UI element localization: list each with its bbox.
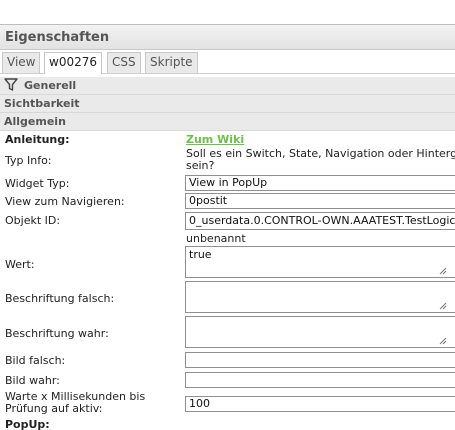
typinfo-text: Soll es ein Switch, State, Navigation od… [186,148,455,172]
bild-wahr-input[interactable] [185,372,455,388]
warte-label: Warte x Millisekunden bis Prüfung auf ak… [5,391,145,415]
objekt-id-input[interactable]: 0_userdata.0.CONTROL-OWN.AAATEST.TestLog… [185,212,455,230]
tab-bar: View w00276 CSS Skripte [0,50,455,74]
panel-title: Eigenschaften [0,24,455,50]
beschriftung-wahr-textarea[interactable] [185,316,455,348]
resize-grip-icon[interactable] [439,302,447,310]
warte-input[interactable]: 100 [185,396,455,412]
tab-css[interactable]: CSS [107,52,141,73]
section-sichtbarkeit[interactable]: Sichtbarkeit [0,95,455,113]
bild-falsch-label: Bild falsch: [5,354,66,367]
resize-grip-icon[interactable] [439,337,447,345]
typinfo-line2: sein? [186,159,215,172]
popup-label: PopUp: [5,418,50,430]
filter-icon[interactable] [4,78,18,91]
beschriftung-falsch-label: Beschriftung falsch: [5,292,115,305]
widgettyp-select[interactable]: View in PopUp [185,175,455,191]
view-navigieren-input[interactable]: 0postit [185,193,455,209]
typinfo-line1: Soll es ein Switch, State, Navigation od… [186,147,455,160]
widgettyp-label: Widget Typ: [5,177,70,190]
wert-label: Wert: [5,258,35,271]
anleitung-label: Anleitung: [5,133,70,146]
section-generell[interactable]: Generell [0,77,455,95]
section-generell-label: Generell [24,79,77,92]
bild-wahr-label: Bild wahr: [5,374,60,387]
resize-grip-icon[interactable] [439,267,447,275]
tab-skripte[interactable]: Skripte [145,52,198,73]
objekt-id-name: unbenannt [186,232,246,245]
typinfo-label: Typ Info: [5,154,52,167]
tab-widget[interactable]: w00276 [44,52,102,74]
top-spacer [0,0,455,24]
bild-falsch-input[interactable] [185,352,455,368]
wert-textarea[interactable]: true [185,246,455,278]
section-allgemein[interactable]: Allgemein [0,113,455,131]
view-navigieren-label: View zum Navigieren: [5,195,125,208]
objekt-id-label: Objekt ID: [5,214,61,227]
wiki-link[interactable]: Zum Wiki [186,133,244,146]
beschriftung-falsch-textarea[interactable] [185,281,455,313]
beschriftung-wahr-label: Beschriftung wahr: [5,327,109,340]
tab-view[interactable]: View [2,52,41,73]
warte-label-line2: Prüfung auf aktiv: [5,402,103,415]
wert-value: true [189,248,212,261]
